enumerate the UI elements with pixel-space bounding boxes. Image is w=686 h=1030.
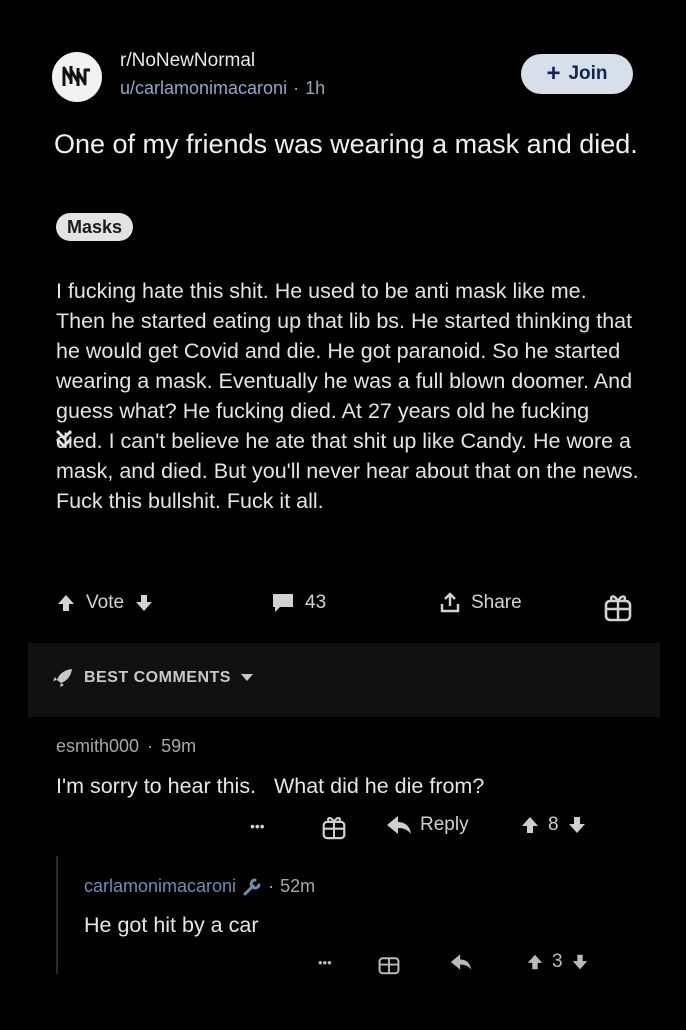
award-button[interactable] bbox=[604, 592, 632, 622]
post-action-bar: Vote 43 Share bbox=[56, 592, 641, 628]
upvote-arrow-icon[interactable] bbox=[526, 953, 544, 971]
rocket-icon bbox=[53, 669, 72, 687]
vote-label: Vote bbox=[86, 592, 125, 613]
comment-score: 3 bbox=[552, 951, 563, 972]
share-label: Share bbox=[471, 592, 522, 613]
wrench-icon bbox=[243, 878, 261, 895]
comment-vote-group: 3 bbox=[526, 951, 589, 973]
gift-icon bbox=[604, 595, 632, 622]
meta-separator: · bbox=[293, 78, 300, 98]
comment-meta: esmith000 · 59m bbox=[56, 736, 196, 757]
comments-button[interactable]: 43 bbox=[271, 592, 326, 614]
sort-label: BEST COMMENTS bbox=[84, 669, 231, 686]
vote-group: Vote bbox=[56, 592, 154, 614]
post-meta: u/carlamonimacaroni · 1h bbox=[120, 78, 325, 99]
comment-score: 8 bbox=[548, 814, 559, 835]
post-body: I fucking hate this shit. He used to be … bbox=[56, 279, 639, 513]
award-button[interactable] bbox=[378, 951, 400, 975]
join-button[interactable]: + Join bbox=[521, 54, 633, 94]
meta-separator: · bbox=[147, 736, 154, 756]
share-button[interactable]: Share bbox=[439, 592, 522, 614]
reply-arrow-icon bbox=[387, 816, 411, 834]
thread-line[interactable] bbox=[56, 856, 58, 974]
comment-meta: carlamonimacaroni · 52m bbox=[84, 876, 315, 897]
comment-text: I'm sorry to hear this. What did he die … bbox=[56, 774, 485, 798]
comment-text: He got hit by a car bbox=[84, 913, 259, 937]
comment-bubble-icon bbox=[273, 594, 293, 612]
award-button[interactable] bbox=[322, 814, 346, 840]
post-flair[interactable]: Masks bbox=[56, 213, 134, 241]
downvote-arrow-icon[interactable] bbox=[567, 815, 587, 835]
gift-icon bbox=[322, 816, 346, 840]
nnn-logo-icon bbox=[62, 66, 90, 86]
subreddit-avatar[interactable] bbox=[52, 52, 102, 102]
share-icon bbox=[440, 592, 460, 613]
chevron-down-icon bbox=[240, 674, 253, 681]
reply-label: Reply bbox=[420, 814, 469, 835]
downvote-arrow-icon[interactable] bbox=[571, 953, 589, 971]
reply-button[interactable]: Reply bbox=[386, 814, 469, 836]
comment-author[interactable]: esmith000 bbox=[56, 736, 139, 757]
reply-arrow-icon bbox=[450, 954, 472, 970]
gift-icon bbox=[378, 957, 400, 975]
comment-count: 43 bbox=[305, 592, 327, 613]
more-options-button[interactable]: ••• bbox=[250, 818, 265, 834]
post-title: One of my friends was wearing a mask and… bbox=[54, 129, 638, 159]
comment-action-bar: ••• Reply 8 bbox=[250, 814, 630, 846]
more-options-button[interactable]: ••• bbox=[318, 955, 332, 970]
comment-action-bar: ••• 3 bbox=[300, 951, 630, 979]
double-chevron-down-icon[interactable] bbox=[54, 428, 74, 450]
subreddit-name[interactable]: r/NoNewNormal bbox=[120, 50, 255, 72]
join-label: Join bbox=[568, 63, 608, 84]
meta-separator: · bbox=[268, 876, 275, 896]
plus-icon: + bbox=[546, 60, 561, 87]
comment-author[interactable]: carlamonimacaroni bbox=[84, 876, 236, 897]
upvote-arrow-icon[interactable] bbox=[520, 815, 540, 835]
post-age: 1h bbox=[305, 78, 326, 98]
comment-sort-dropdown[interactable]: BEST COMMENTS bbox=[52, 668, 253, 688]
downvote-arrow-icon[interactable] bbox=[134, 593, 154, 613]
upvote-arrow-icon[interactable] bbox=[56, 593, 76, 613]
comment-age: 59m bbox=[161, 736, 197, 756]
reply-button[interactable] bbox=[450, 953, 472, 971]
comment-age: 52m bbox=[280, 876, 316, 896]
post-author[interactable]: u/carlamonimacaroni bbox=[120, 78, 287, 99]
comment-vote-group: 8 bbox=[520, 814, 587, 836]
